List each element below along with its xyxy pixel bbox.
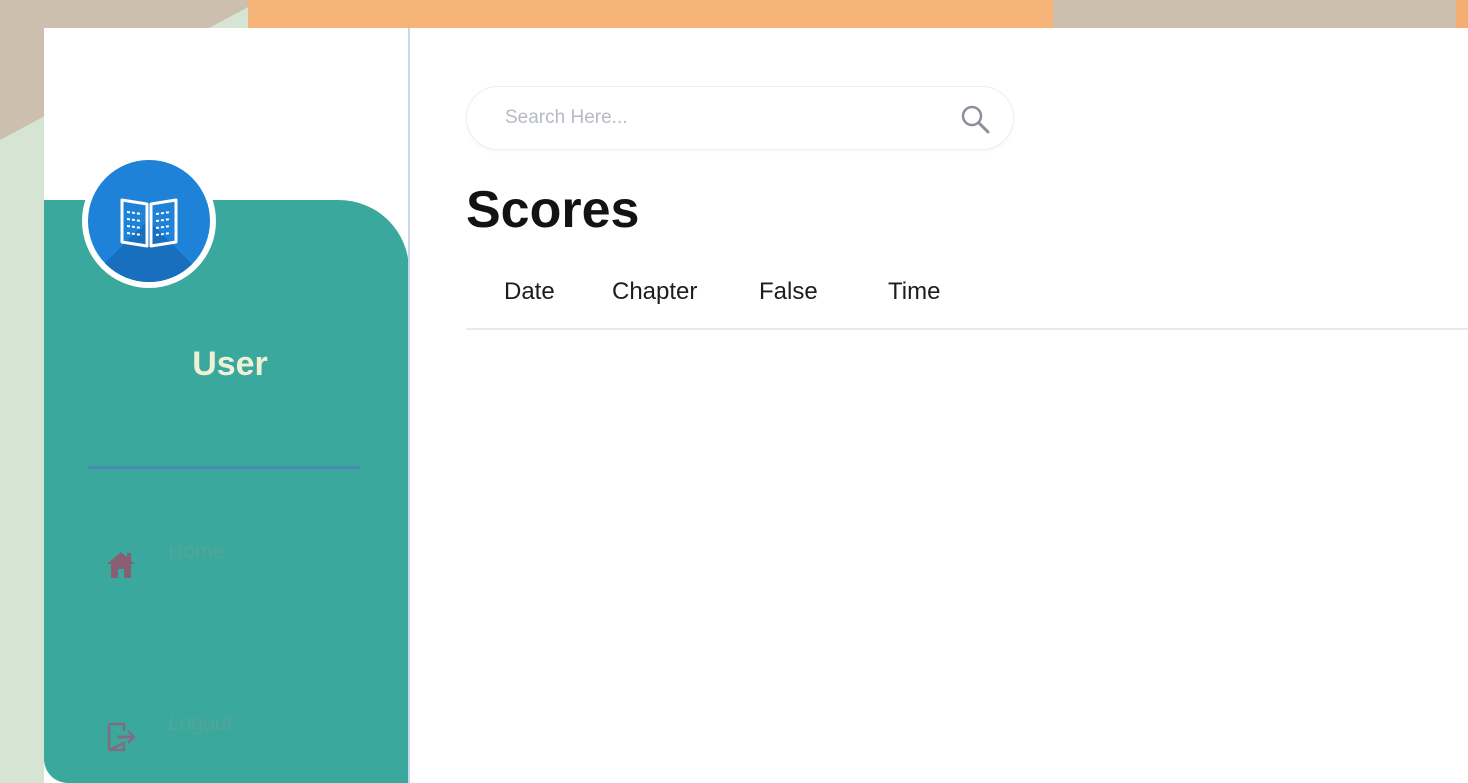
column-header-date: Date: [504, 278, 555, 305]
search-bar: [466, 86, 1014, 150]
logo-badge: [88, 160, 210, 282]
logo: [82, 154, 216, 288]
sidebar-item-label: Logout: [168, 712, 233, 735]
sidebar-divider: [88, 466, 360, 469]
search-input[interactable]: [503, 106, 927, 130]
page-title: Scores: [466, 181, 640, 239]
sidebar-item-logout[interactable]: Logout: [104, 712, 364, 762]
column-header-chapter: Chapter: [612, 278, 698, 305]
logout-icon: [107, 722, 136, 752]
app-window: User Home Logout Search Here... Scores D…: [44, 28, 1468, 783]
home-icon: [107, 552, 135, 578]
column-header-time: Time: [888, 278, 941, 305]
search-icon[interactable]: [959, 103, 991, 135]
sidebar: User Home Logout: [44, 28, 409, 783]
background-corner-strip: [1456, 0, 1468, 28]
column-header-false: False: [759, 278, 818, 305]
user-name: User: [192, 345, 268, 383]
book-icon: [120, 198, 178, 248]
sidebar-item-home[interactable]: Home: [104, 540, 364, 590]
background-beige-band: [1053, 0, 1468, 28]
main-content: Scores Date Chapter False Time: [410, 28, 1468, 783]
background-orange-band: [248, 0, 1053, 28]
sidebar-panel: [44, 200, 409, 783]
sidebar-item-label: Home: [168, 540, 225, 563]
scores-table-header: Date Chapter False Time: [466, 274, 1468, 330]
